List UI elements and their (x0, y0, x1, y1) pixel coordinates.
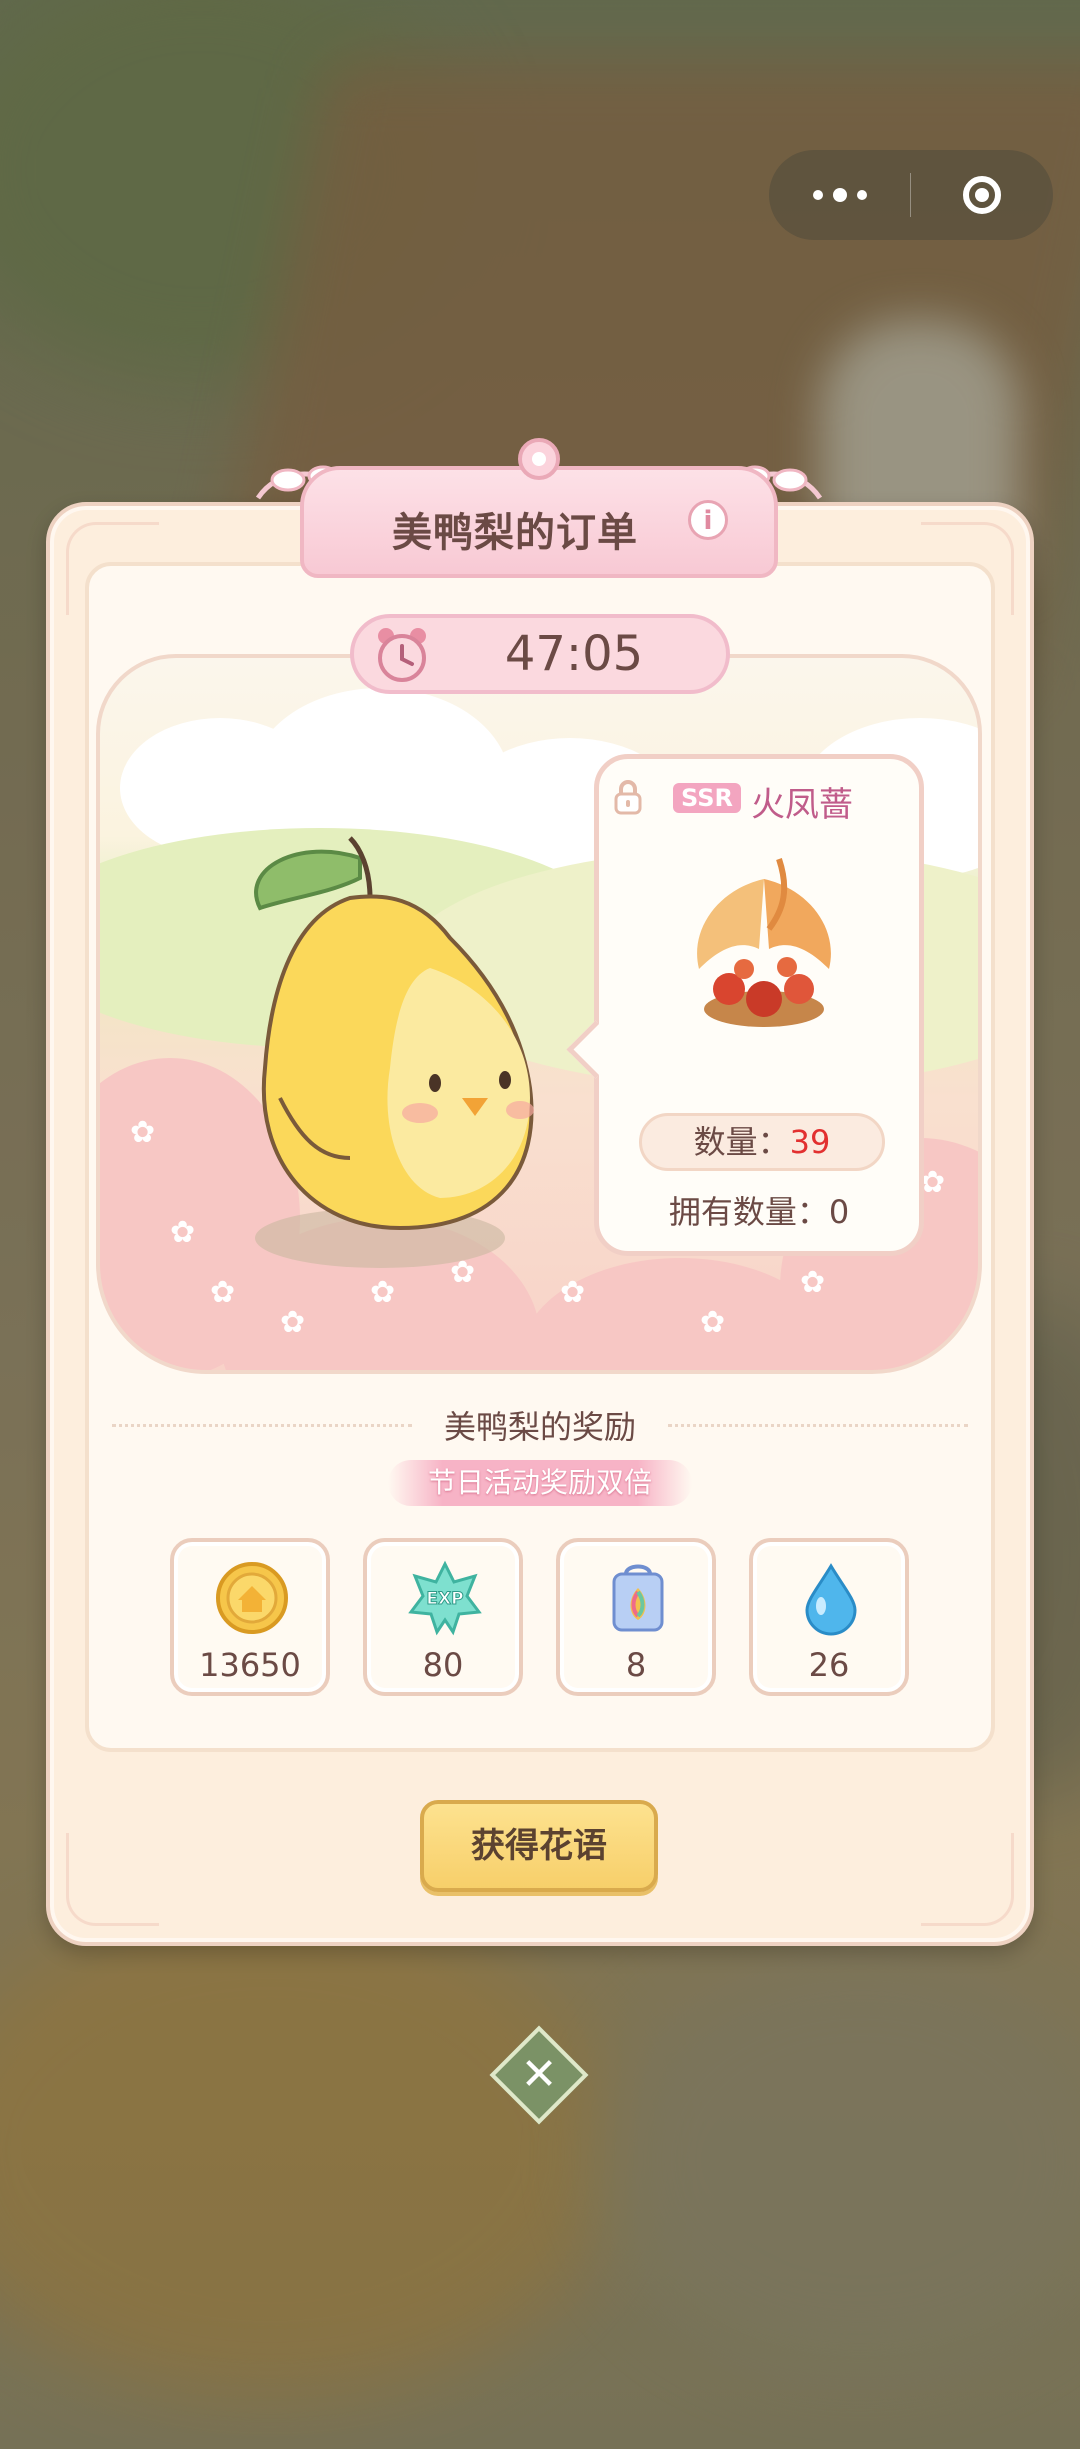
close-icon: ✕ (520, 2049, 558, 2100)
quantity-value: 39 (789, 1123, 831, 1161)
quantity-pill: 数量：39 (639, 1113, 885, 1171)
reward-value: 13650 (199, 1646, 301, 1684)
svg-text:EXP: EXP (426, 1589, 463, 1609)
pear-duck-character (254, 836, 534, 1268)
mini-program-capsule (769, 150, 1053, 240)
lock-icon (614, 780, 642, 815)
target-circle-icon[interactable] (911, 150, 1053, 240)
item-name: 火凤蔷 (751, 785, 853, 825)
order-title: 美鸭梨的订单 (392, 510, 638, 556)
reward-slot[interactable]: 8 (556, 1538, 716, 1696)
owned-label: 拥有数量： (668, 1193, 829, 1231)
water-drop-icon (805, 1563, 857, 1636)
order-title-tab: 美鸭梨的订单 i (255, 438, 823, 578)
double-reward-banner: 节日活动奖励双倍 (388, 1460, 692, 1506)
exp-star-icon: EXP (408, 1560, 482, 1636)
more-dots-icon[interactable] (769, 150, 910, 240)
order-timer: 47:05 (350, 614, 730, 694)
pin-knob-icon (518, 438, 560, 480)
gold-coin-icon (216, 1562, 288, 1634)
get-flower-language-button[interactable]: 获得花语 (420, 1800, 658, 1892)
timer-value: 47:05 (504, 626, 644, 682)
owned-value: 0 (828, 1193, 850, 1231)
reward-value: 80 (422, 1646, 464, 1684)
quantity-label: 数量： (693, 1123, 790, 1161)
seed-bag-icon (612, 1564, 664, 1632)
owned-count: 拥有数量：0 (599, 1187, 919, 1233)
info-icon[interactable]: i (688, 500, 728, 540)
alarm-clock-icon (378, 628, 426, 682)
reward-value: 8 (625, 1646, 647, 1684)
rewards-header: 美鸭梨的奖励 (112, 1402, 968, 1448)
reward-slot[interactable]: 26 (749, 1538, 909, 1696)
reward-slot[interactable]: EXP 80 (363, 1538, 523, 1696)
rewards-title: 美鸭梨的奖励 (433, 1408, 646, 1446)
reward-list: 13650 EXP 80 8 26 (170, 1538, 910, 1696)
reward-slot[interactable]: 13650 (170, 1538, 330, 1696)
rarity-badge: SSR (673, 783, 741, 813)
required-item-card[interactable]: SSR 火凤蔷 数量：39 拥有数量：0 (566, 754, 924, 1256)
phoenix-flower-icon (697, 858, 831, 1027)
reward-value: 26 (808, 1646, 850, 1684)
